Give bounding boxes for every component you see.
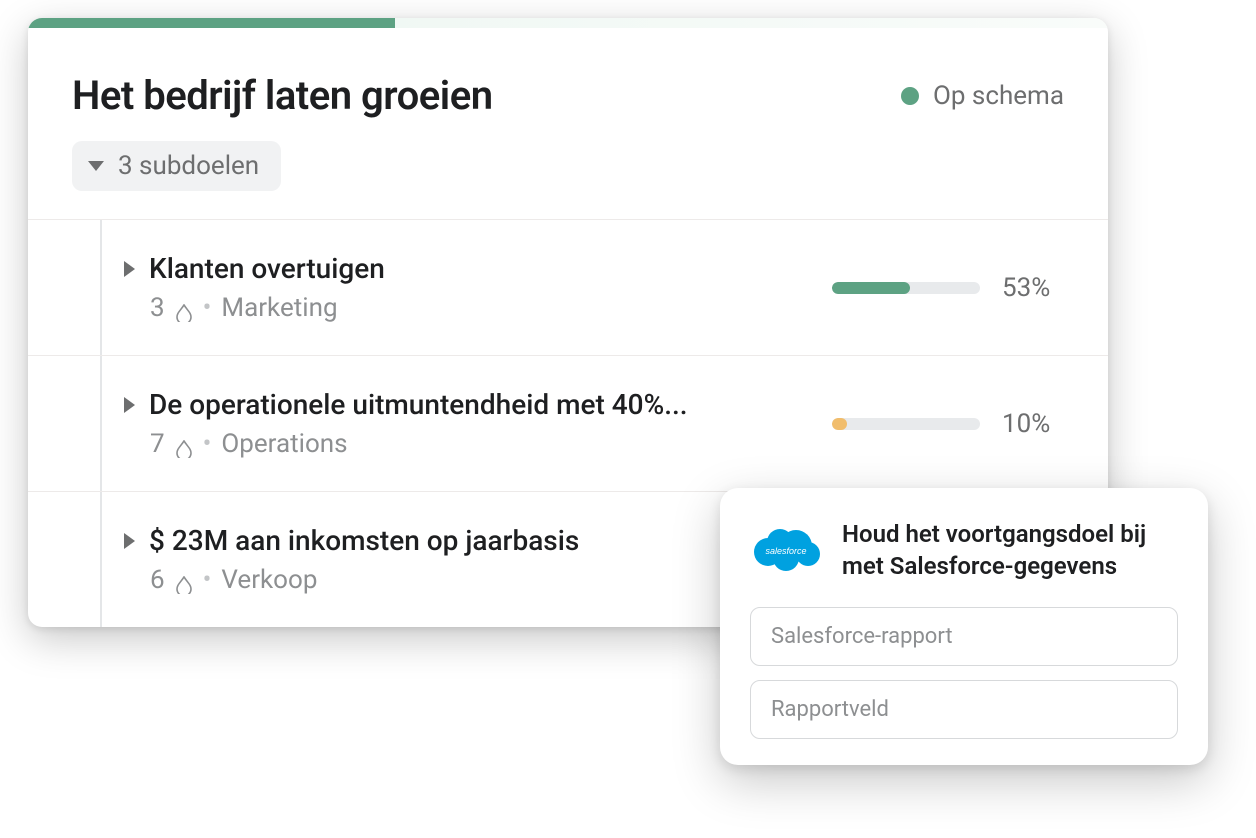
popover-title: Houd het voortgangsdoel bij met Salesfor…: [842, 518, 1178, 583]
progress-bar: [832, 282, 980, 294]
subgoal-row[interactable]: De operationele uitmuntendheid met 40%..…: [28, 356, 1108, 492]
droplet-icon: [175, 299, 193, 317]
subgoal-title-line: Klanten overtuigen: [124, 252, 385, 285]
salesforce-report-field[interactable]: Salesforce-rapport: [750, 607, 1178, 666]
subgoals-count-label: 3 subdoelen: [118, 151, 259, 181]
subgoal-right: 53%: [824, 273, 1064, 303]
field-placeholder: Rapportveld: [771, 697, 889, 722]
goal-status[interactable]: Op schema: [901, 81, 1064, 111]
popover-header: salesforce Houd het voortgangsdoel bij m…: [750, 518, 1178, 583]
separator-dot: •: [203, 429, 212, 459]
subgoals-toggle[interactable]: 3 subdoelen: [72, 141, 281, 191]
separator-dot: •: [203, 293, 212, 323]
field-placeholder: Salesforce-rapport: [771, 624, 953, 649]
subgoal-title-line: De operationele uitmuntendheid met 40%..…: [124, 388, 688, 421]
caret-down-icon: [88, 161, 104, 171]
separator-dot: •: [203, 565, 212, 595]
progress-bar: [832, 418, 980, 430]
goal-header: Het bedrijf laten groeien Op schema: [28, 28, 1108, 141]
progress-percent: 10%: [1002, 409, 1064, 439]
subgoal-meta: 7 • Operations: [124, 429, 688, 459]
subgoal-title: De operationele uitmuntendheid met 40%..…: [149, 388, 688, 421]
subgoal-left: Klanten overtuigen 3 • Marketing: [124, 252, 385, 323]
report-field-field[interactable]: Rapportveld: [750, 680, 1178, 739]
caret-right-icon[interactable]: [124, 533, 135, 549]
caret-right-icon[interactable]: [124, 397, 135, 413]
subgoal-left: De operationele uitmuntendheid met 40%..…: [124, 388, 688, 459]
status-dot-icon: [901, 87, 919, 105]
subgoal-meta: 3 • Marketing: [124, 293, 385, 323]
subgoal-title: $ 23M aan inkomsten op jaarbasis: [149, 524, 579, 557]
progress-strip-fill: [28, 18, 395, 28]
salesforce-logo-icon: salesforce: [750, 524, 822, 574]
subgoal-count: 7: [150, 429, 165, 459]
subgoal-title: Klanten overtuigen: [149, 252, 385, 285]
progress-bar-fill: [832, 418, 847, 430]
subgoal-left: $ 23M aan inkomsten op jaarbasis 6 • Ver…: [124, 524, 579, 595]
subgoal-team: Marketing: [221, 293, 337, 323]
subgoal-row[interactable]: Klanten overtuigen 3 • Marketing 53%: [28, 220, 1108, 356]
tree-line: [100, 356, 102, 491]
subgoal-count: 3: [150, 293, 165, 323]
progress-bar-fill: [832, 282, 910, 294]
caret-right-icon[interactable]: [124, 261, 135, 277]
subgoal-team: Verkoop: [221, 565, 317, 595]
progress-strip: [28, 18, 1108, 28]
subgoal-title-line: $ 23M aan inkomsten op jaarbasis: [124, 524, 579, 557]
status-label: Op schema: [933, 81, 1064, 111]
subgoal-count: 6: [150, 565, 165, 595]
salesforce-popover: salesforce Houd het voortgangsdoel bij m…: [720, 488, 1208, 765]
subgoal-meta: 6 • Verkoop: [124, 565, 579, 595]
tree-line: [100, 492, 102, 627]
droplet-icon: [175, 571, 193, 589]
subgoal-right: 10%: [824, 409, 1064, 439]
svg-text:salesforce: salesforce: [765, 546, 806, 556]
tree-line: [100, 220, 102, 355]
progress-percent: 53%: [1002, 273, 1064, 303]
goal-title: Het bedrijf laten groeien: [72, 72, 493, 119]
subgoal-team: Operations: [221, 429, 347, 459]
droplet-icon: [175, 435, 193, 453]
